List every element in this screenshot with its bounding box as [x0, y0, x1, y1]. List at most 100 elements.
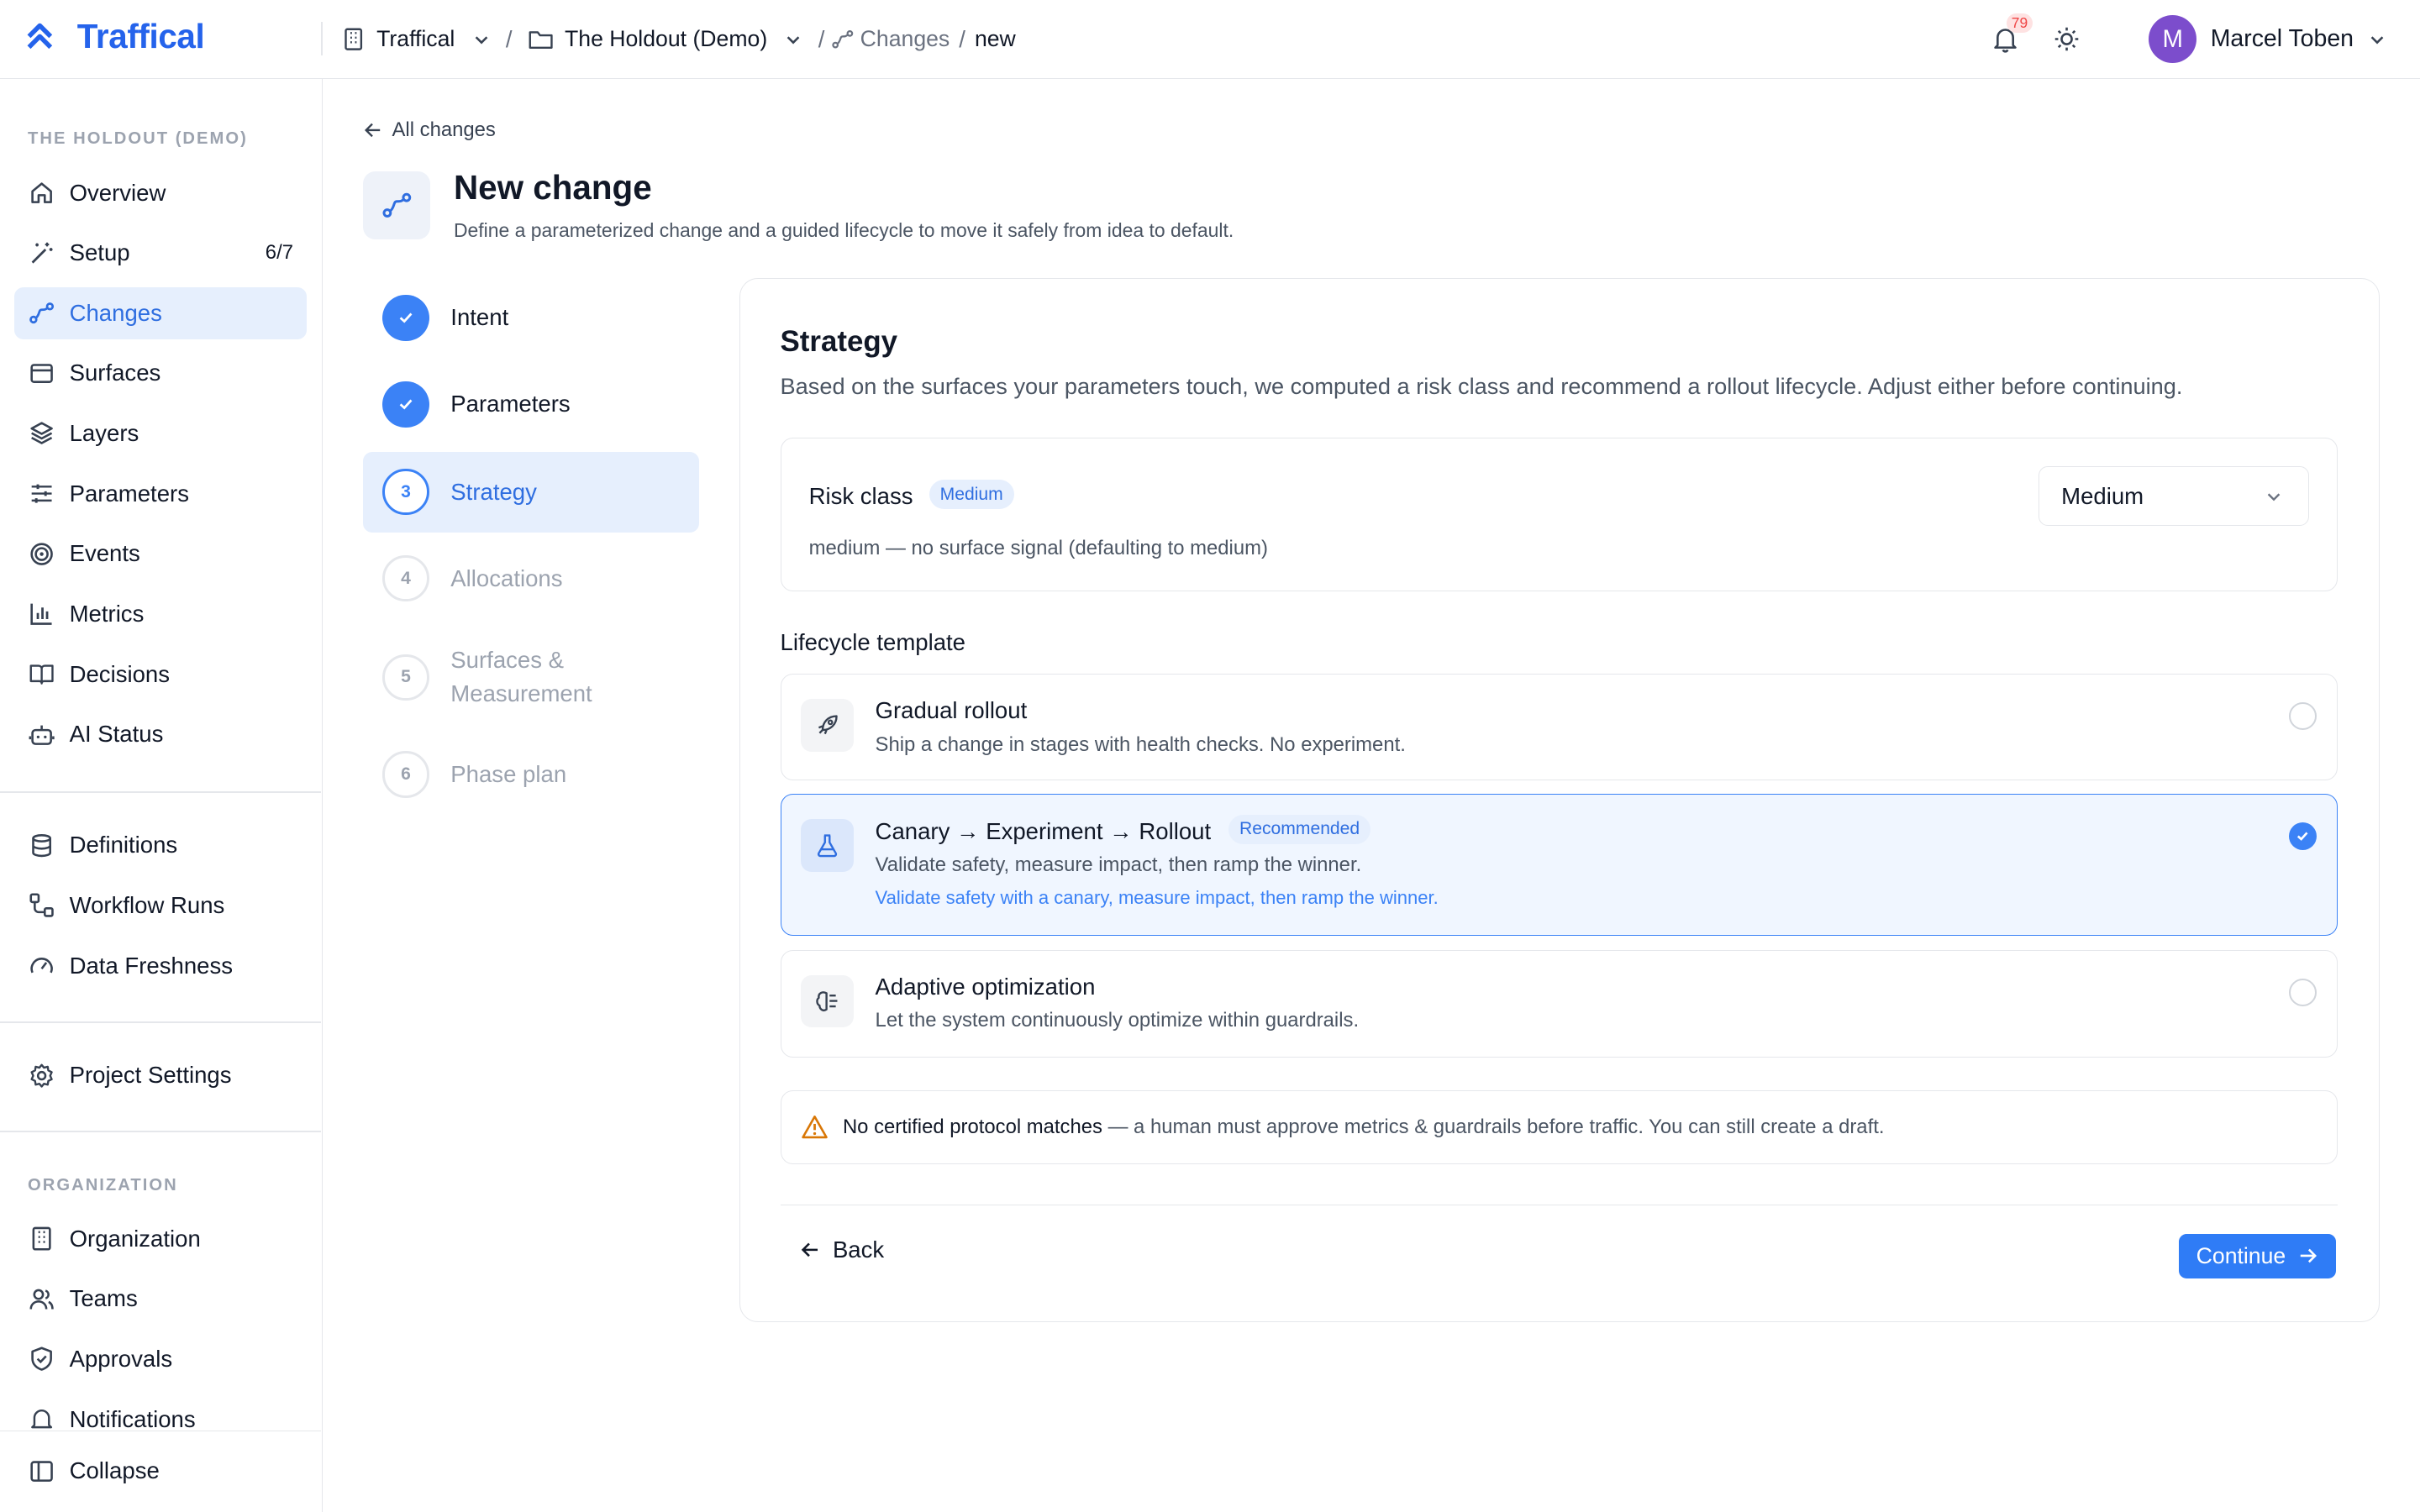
sidebar-item-decisions[interactable]: Decisions — [14, 648, 308, 700]
continue-button-label: Continue — [2196, 1242, 2286, 1268]
theme-toggle[interactable] — [2050, 23, 2084, 56]
changes-icon — [28, 299, 55, 327]
chevron-down-icon — [787, 36, 800, 45]
breadcrumb-separator: / — [959, 25, 965, 52]
home-icon — [28, 179, 55, 207]
breadcrumb-separator: / — [505, 25, 513, 52]
flask-icon — [801, 819, 854, 872]
sidebar-item-ai-status[interactable]: AI Status — [14, 708, 308, 760]
database-icon — [28, 832, 55, 859]
divider — [0, 791, 322, 794]
sidebar-item-metrics[interactable]: Metrics — [14, 588, 308, 640]
check-icon — [382, 381, 429, 428]
lifecycle-option-adaptive-optimization[interactable]: Adaptive optimization Let the system con… — [780, 949, 2338, 1058]
sidebar-item-changes[interactable]: Changes — [13, 286, 308, 340]
gauge-icon — [28, 952, 55, 979]
step-parameters[interactable]: Parameters — [363, 380, 699, 429]
sidebar-item-label: Metrics — [69, 600, 145, 627]
option-description: Ship a change in stages with health chec… — [875, 732, 1406, 756]
bot-icon — [28, 721, 55, 748]
step-number: 4 — [382, 555, 429, 602]
lifecycle-option-gradual-rollout[interactable]: Gradual rollout Ship a change in stages … — [780, 673, 2338, 780]
strategy-subtitle: Based on the surfaces your parameters to… — [780, 372, 2183, 399]
step-allocations[interactable]: 4 Allocations — [363, 554, 699, 603]
page-title: New change — [453, 168, 652, 207]
sidebar-toggle-icon — [28, 1457, 55, 1485]
arrow-left-icon — [364, 123, 380, 138]
gear-icon — [28, 1062, 55, 1089]
users-icon — [28, 1285, 55, 1313]
sidebar-item-overview[interactable]: Overview — [14, 166, 308, 218]
building-icon — [28, 1225, 55, 1252]
lifecycle-template-label: Lifecycle template — [780, 628, 965, 655]
step-strategy[interactable]: 3 Strategy — [362, 452, 699, 533]
sun-icon — [2055, 28, 2079, 51]
project-switcher[interactable]: The Holdout (Demo) — [528, 26, 802, 52]
sidebar-item-label: Setup — [69, 239, 130, 266]
sidebar-item-setup[interactable]: Setup 6/7 — [14, 227, 308, 279]
step-label: Phase plan — [450, 760, 567, 787]
lifecycle-option-canary-experiment-rollout[interactable]: Canary → Experiment → Rollout Recommende… — [780, 794, 2338, 937]
divider — [780, 1204, 2338, 1206]
breadcrumb-changes[interactable]: Changes — [831, 26, 950, 52]
bell-icon — [28, 1405, 55, 1433]
collapse-button[interactable]: Collapse — [14, 1445, 308, 1497]
breadcrumb: Traffical / The Holdout (Demo) / Changes… — [341, 0, 1016, 79]
sidebar-section-label: THE HOLDOUT (DEMO) — [28, 129, 248, 149]
collapse-area: Collapse — [0, 1430, 322, 1512]
sidebar-item-label: Parameters — [69, 480, 189, 507]
sidebar-item-events[interactable]: Events — [14, 528, 308, 580]
sidebar-item-teams[interactable]: Teams — [14, 1273, 308, 1325]
sidebar-item-label: Project Settings — [69, 1062, 232, 1089]
sidebar-item-label: Notifications — [69, 1405, 196, 1432]
option-radio-selected[interactable] — [2288, 822, 2317, 851]
option-description: Let the system continuously optimize wit… — [875, 1009, 1360, 1032]
option-title: Gradual rollout — [875, 697, 1028, 724]
check-icon — [382, 294, 429, 341]
step-label: Intent — [450, 304, 509, 331]
risk-class-select[interactable]: Medium — [2039, 465, 2309, 527]
all-changes-link[interactable]: All changes — [363, 118, 496, 142]
option-radio[interactable] — [2288, 978, 2317, 1006]
arrow-left-icon — [801, 1242, 818, 1257]
page-subtitle: Define a parameterized change and a guid… — [453, 218, 1234, 241]
sidebar-item-definitions[interactable]: Definitions — [14, 819, 308, 871]
user-name[interactable]: Marcel Toben — [2211, 25, 2354, 53]
org-switcher[interactable]: Traffical — [341, 26, 491, 52]
back-button[interactable]: Back — [799, 1236, 885, 1263]
sidebar-item-approvals[interactable]: Approvals — [14, 1333, 308, 1385]
sidebar-item-label: Approvals — [69, 1346, 173, 1373]
brain-icon — [801, 974, 854, 1028]
step-surfaces-measurement[interactable]: 5 Surfaces & Measurement — [363, 642, 699, 712]
sidebar-item-surfaces[interactable]: Surfaces — [14, 347, 308, 399]
org-name: Traffical — [376, 26, 455, 52]
chevron-down-icon[interactable] — [2368, 30, 2386, 49]
sidebar-item-parameters[interactable]: Parameters — [14, 468, 308, 520]
setup-progress-count: 6/7 — [265, 241, 293, 265]
option-radio[interactable] — [2288, 701, 2317, 730]
surface-icon — [28, 360, 55, 387]
sidebar-item-data-freshness[interactable]: Data Freshness — [14, 940, 308, 992]
bar-chart-icon — [28, 600, 55, 627]
strategy-card: Strategy Based on the surfaces your para… — [739, 277, 2381, 1323]
back-button-label: Back — [832, 1236, 885, 1263]
sidebar-item-layers[interactable]: Layers — [14, 407, 308, 459]
divider — [0, 1021, 322, 1023]
sidebar: THE HOLDOUT (DEMO) Overview Setup 6/7 Ch… — [0, 78, 323, 1512]
sidebar-item-project-settings[interactable]: Project Settings — [14, 1049, 308, 1101]
step-phase-plan[interactable]: 6 Phase plan — [363, 750, 699, 800]
sidebar-item-label: Changes — [69, 299, 162, 326]
step-intent[interactable]: Intent — [363, 293, 699, 343]
notifications-button[interactable]: 79 — [1988, 13, 2033, 56]
sidebar-item-workflow-runs[interactable]: Workflow Runs — [14, 879, 308, 932]
continue-button[interactable]: Continue — [2178, 1233, 2336, 1278]
step-label: Strategy — [450, 478, 537, 505]
avatar[interactable]: M — [2149, 15, 2197, 64]
brand-logo[interactable]: Traffical — [24, 17, 205, 56]
step-label: Parameters — [450, 391, 571, 417]
arrow-right-icon — [2300, 1248, 2317, 1263]
wand-icon — [28, 239, 55, 267]
option-description: Validate safety, measure impact, then ra… — [875, 853, 1362, 876]
top-bar: Traffical Traffical / The Holdout (Demo)… — [0, 0, 2420, 79]
sidebar-item-organization[interactable]: Organization — [14, 1213, 308, 1265]
